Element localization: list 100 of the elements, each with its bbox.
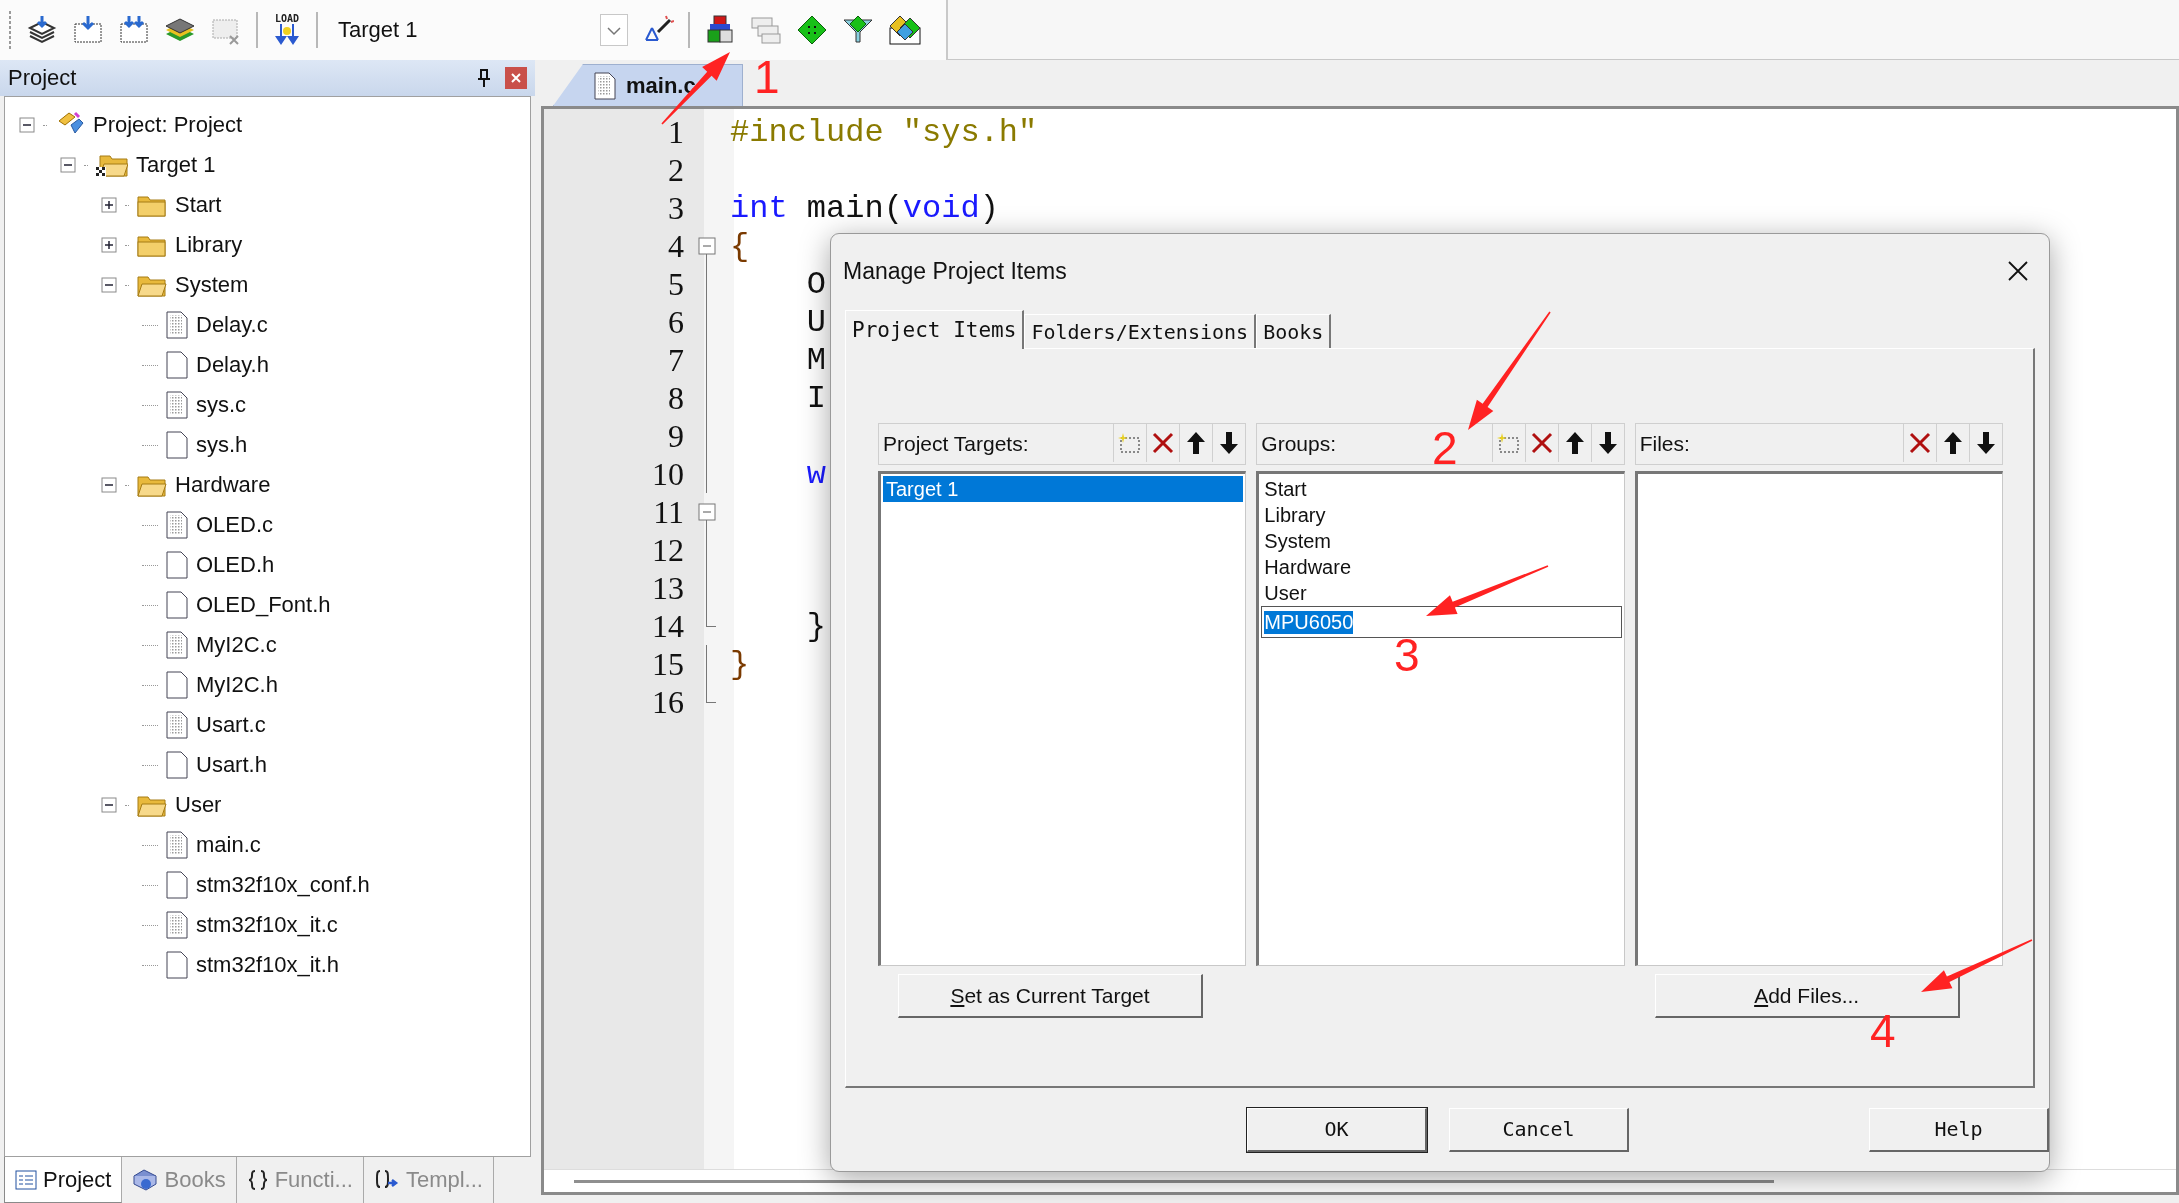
- tree-item-label[interactable]: sys.c: [196, 392, 247, 418]
- tree-item-label[interactable]: Delay.h: [196, 352, 269, 378]
- source-file-icon: [166, 631, 188, 659]
- file-icon: [166, 351, 188, 379]
- line-number: 9: [667, 417, 685, 455]
- close-icon[interactable]: [2007, 260, 2029, 282]
- file-tab[interactable]: main.c: [553, 64, 743, 106]
- tree-item-label[interactable]: Target 1: [136, 152, 216, 178]
- target-select[interactable]: Target 1: [332, 9, 628, 50]
- source-file-icon: [166, 911, 188, 939]
- line-number: 16: [651, 683, 685, 721]
- tree-item-label[interactable]: Delay.c: [196, 312, 268, 338]
- dialog-button[interactable]: Set as Current Target: [898, 974, 1203, 1018]
- collapse-icon[interactable]: [101, 797, 117, 813]
- line-number: 3: [667, 189, 685, 227]
- list-label: Groups:: [1260, 432, 1337, 456]
- tree-item-label[interactable]: Hardware: [175, 472, 271, 498]
- dialog-tab[interactable]: Folders/Extensions: [1024, 314, 1257, 348]
- tree-item-label[interactable]: OLED.h: [196, 552, 275, 578]
- annotation-number: 2: [1432, 425, 1458, 471]
- source-file-icon: [166, 831, 188, 859]
- download-grid-icon[interactable]: [72, 13, 104, 46]
- tree-item-label[interactable]: stm32f10x_conf.h: [196, 872, 370, 898]
- expand-icon[interactable]: [101, 237, 117, 253]
- multi-diamond-icon[interactable]: [888, 13, 922, 46]
- source-file-icon: [594, 71, 616, 100]
- pin-icon[interactable]: [477, 69, 491, 87]
- source-file-icon: [166, 311, 188, 339]
- dialog-button[interactable]: Cancel: [1449, 1107, 1629, 1152]
- tree-item-label[interactable]: main.c: [196, 832, 261, 858]
- dialog-button[interactable]: Help: [1869, 1107, 2049, 1152]
- tree-item-label[interactable]: MyI2C.h: [196, 672, 278, 698]
- source-file-icon: [166, 391, 188, 419]
- dialog-button[interactable]: OK: [1247, 1107, 1427, 1152]
- panel-tab[interactable]: Project: [4, 1157, 123, 1203]
- file-icon: [166, 431, 188, 459]
- collapse-icon[interactable]: [19, 117, 35, 133]
- file-icon: [166, 671, 188, 699]
- target-folder-icon: [96, 152, 128, 178]
- list-item[interactable]: System: [1261, 528, 1622, 554]
- tree-item-label[interactable]: Usart.h: [196, 752, 267, 778]
- dialog-tab[interactable]: Books: [1256, 314, 1332, 348]
- list-label: Project Targets:: [882, 432, 1029, 456]
- tree-item-label[interactable]: User: [175, 792, 222, 818]
- tree-item-label[interactable]: Project: Project: [93, 112, 243, 138]
- funnel-icon[interactable]: [842, 13, 874, 46]
- tree-item-label[interactable]: sys.h: [196, 432, 248, 458]
- list-item[interactable]: Hardware: [1261, 554, 1622, 580]
- line-number: 14: [651, 607, 685, 645]
- tree-item-label[interactable]: OLED_Font.h: [196, 592, 331, 618]
- tree-item-label[interactable]: stm32f10x_it.c: [196, 912, 338, 938]
- list-item[interactable]: Target 1: [883, 476, 1244, 502]
- line-number: 12: [651, 531, 685, 569]
- download-grid-icon[interactable]: [118, 13, 150, 46]
- list-label: Files:: [1638, 432, 1690, 456]
- diamond-icon[interactable]: [796, 13, 828, 46]
- line-number: 1: [667, 113, 685, 151]
- colored-blocks-icon[interactable]: [704, 13, 736, 46]
- move-down-icon: [1597, 431, 1618, 455]
- collapse-icon[interactable]: [60, 157, 76, 173]
- group-name-field[interactable]: MPU6050: [1261, 606, 1622, 638]
- list-item[interactable]: User: [1261, 580, 1622, 606]
- book-icon: [132, 1168, 159, 1192]
- source-file-icon: [166, 511, 188, 539]
- tree-item-label[interactable]: Library: [175, 232, 243, 258]
- panel-title: Project: [8, 65, 77, 91]
- code-line: U: [805, 303, 826, 341]
- tree-item-label[interactable]: System: [175, 272, 249, 298]
- expand-icon[interactable]: [101, 197, 117, 213]
- move-up-icon: [1943, 431, 1963, 455]
- list-item[interactable]: Library: [1261, 502, 1622, 528]
- move-down-icon: [1219, 431, 1240, 455]
- collapse-icon[interactable]: [101, 477, 117, 493]
- list-item[interactable]: Start: [1261, 476, 1622, 502]
- open-folder-icon: [137, 273, 167, 297]
- tree-item-label[interactable]: MyI2C.c: [196, 632, 277, 658]
- dialog-title: Manage Project Items: [843, 257, 1067, 285]
- line-number: 6: [667, 303, 685, 341]
- tree-item-label[interactable]: Usart.c: [196, 712, 266, 738]
- new-item-icon: [1496, 432, 1521, 454]
- line-number: 10: [651, 455, 685, 493]
- move-up-icon: [1186, 431, 1207, 455]
- file-icon: [166, 551, 188, 579]
- dialog-tab[interactable]: Project Items: [845, 310, 1025, 349]
- code-line: {: [730, 227, 750, 265]
- toolbar-grip[interactable]: [8, 9, 12, 50]
- file-icon: [166, 591, 188, 619]
- stacked-pages-icon[interactable]: [26, 13, 58, 46]
- code-line: O: [805, 265, 826, 303]
- line-number: 15: [651, 645, 685, 683]
- file-icon: [166, 751, 188, 779]
- code-line: #include "sys.h": [730, 113, 1038, 151]
- delete-icon: [1909, 432, 1931, 454]
- file-icon: [166, 871, 188, 899]
- tree-item-label[interactable]: stm32f10x_it.h: [196, 952, 340, 978]
- line-number: 5: [667, 265, 685, 303]
- template-icon: [373, 1169, 400, 1191]
- tree-item-label[interactable]: Start: [175, 192, 222, 218]
- collapse-icon[interactable]: [101, 277, 117, 293]
- tree-item-label[interactable]: OLED.c: [196, 512, 274, 538]
